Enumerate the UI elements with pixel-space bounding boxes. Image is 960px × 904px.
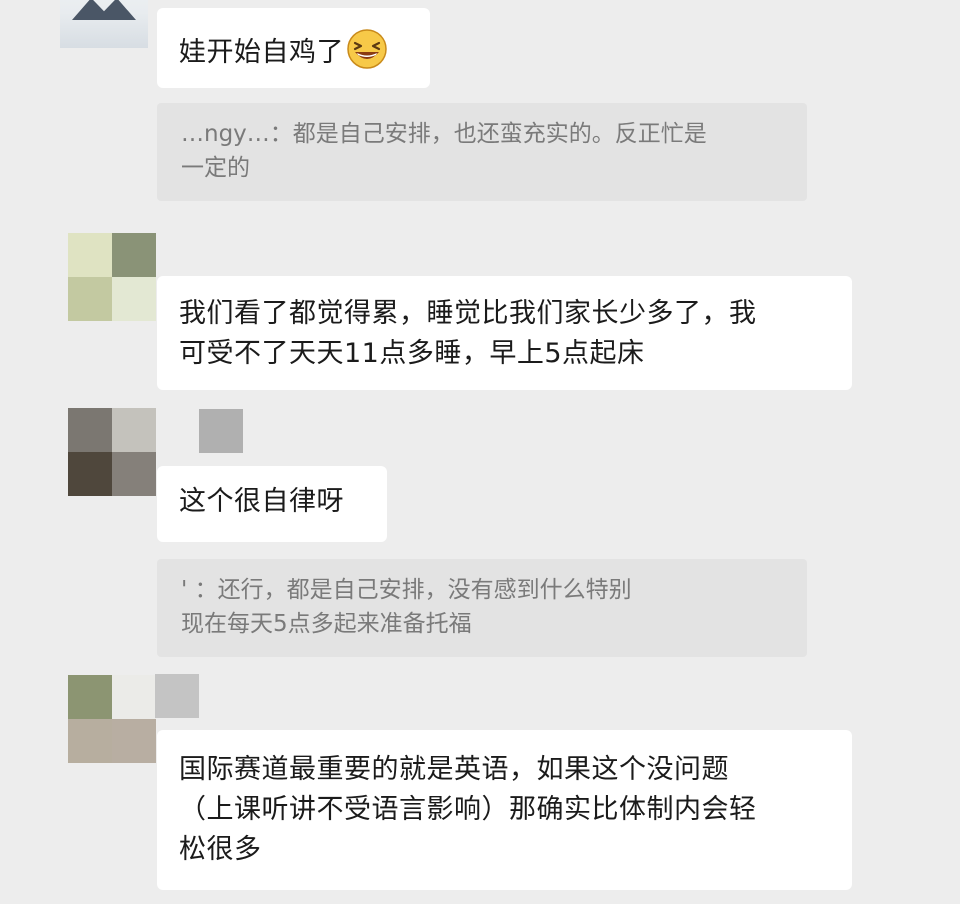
message-text-2: 我们看了都觉得累，睡觉比我们家长少多了，我 可受不了天天11点多睡，早上5点起床 xyxy=(179,298,757,369)
mosaic-tile xyxy=(112,719,156,763)
message-bubble-2[interactable]: 我们看了都觉得累，睡觉比我们家长少多了，我 可受不了天天11点多睡，早上5点起床 xyxy=(157,276,852,390)
message-bubble-4[interactable]: 国际赛道最重要的就是英语，如果这个没问题 （上课听讲不受语言影响）那确实比体制内… xyxy=(157,730,852,890)
avatar[interactable] xyxy=(68,233,156,321)
quoted-text-1: …ngy…：都是自己安排，也还蛮充实的。反正忙是 一定的 xyxy=(181,121,707,181)
quoted-message-2[interactable]: ' ：还行，都是自己安排，没有感到什么特别 现在每天5点多起来准备托福 xyxy=(157,559,807,657)
sender-name-blur xyxy=(199,409,243,453)
avatar[interactable] xyxy=(60,0,148,48)
avatar[interactable] xyxy=(68,675,156,763)
mosaic-tile xyxy=(112,452,156,496)
mosaic-tile xyxy=(112,675,156,719)
message-bubble-3[interactable]: 这个很自律呀 xyxy=(157,466,387,542)
message-text-3: 这个很自律呀 xyxy=(179,486,344,517)
mosaic-tile xyxy=(68,277,112,321)
quoted-text-2: ' ：还行，都是自己安排，没有感到什么特别 现在每天5点多起来准备托福 xyxy=(181,577,632,637)
avatar-collar xyxy=(72,0,136,20)
mosaic-tile xyxy=(68,233,112,277)
mosaic-tile xyxy=(68,452,112,496)
message-text-4: 国际赛道最重要的就是英语，如果这个没问题 （上课听讲不受语言影响）那确实比体制内… xyxy=(179,754,757,865)
grinning-squint-face-emoji-icon xyxy=(347,29,387,69)
sender-name-blur xyxy=(155,674,199,718)
mosaic-tile xyxy=(68,719,112,763)
mosaic-tile xyxy=(112,277,156,321)
mosaic-tile xyxy=(112,408,156,452)
avatar[interactable] xyxy=(68,408,156,496)
message-bubble-1[interactable]: 娃开始自鸡了 xyxy=(157,8,430,88)
mosaic-tile xyxy=(68,408,112,452)
quoted-message-1[interactable]: …ngy…：都是自己安排，也还蛮充实的。反正忙是 一定的 xyxy=(157,103,807,201)
mosaic-tile xyxy=(112,233,156,277)
mosaic-tile xyxy=(68,675,112,719)
message-text-1: 娃开始自鸡了 xyxy=(179,37,344,68)
